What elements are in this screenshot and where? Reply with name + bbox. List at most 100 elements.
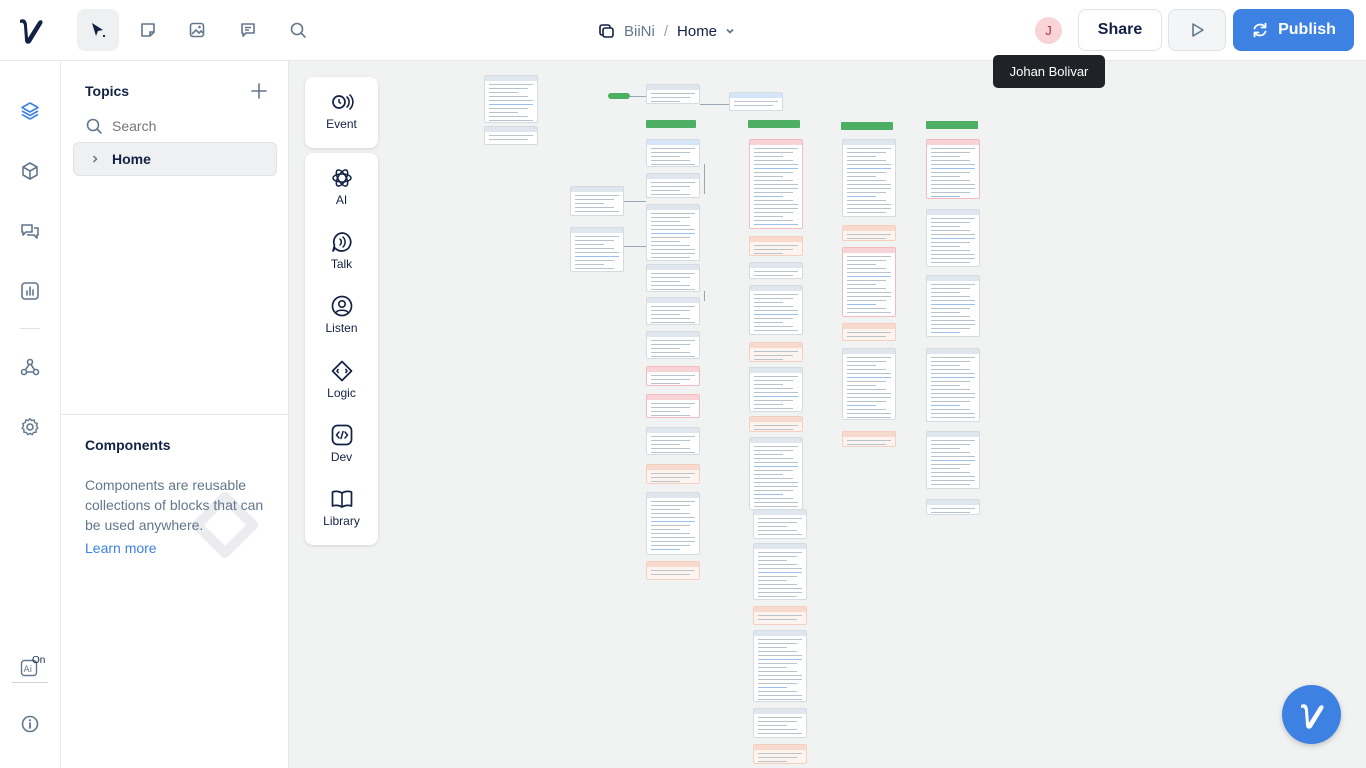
integrations-icon[interactable] <box>19 356 41 378</box>
flow-block[interactable] <box>753 509 807 539</box>
share-button[interactable]: Share <box>1078 9 1162 51</box>
flow-block[interactable] <box>646 84 700 104</box>
flow-block[interactable] <box>926 499 980 515</box>
flow-block-line <box>931 152 970 153</box>
learn-more-link[interactable]: Learn more <box>85 540 157 556</box>
flow-block-line <box>651 152 690 153</box>
flow-block[interactable] <box>926 209 980 267</box>
flow-block[interactable] <box>646 331 700 359</box>
flow-block-header <box>927 140 979 145</box>
flow-block[interactable] <box>926 431 980 489</box>
info-icon[interactable] <box>19 713 41 735</box>
flow-block[interactable] <box>646 204 700 261</box>
sticky-note-tool-button[interactable] <box>127 9 169 51</box>
run-button[interactable] <box>1168 9 1226 51</box>
flow-block[interactable] <box>646 264 700 292</box>
flow-block[interactable] <box>749 416 803 432</box>
chevron-down-icon[interactable] <box>723 24 737 38</box>
flow-block[interactable] <box>749 262 803 279</box>
layers-icon[interactable] <box>19 100 41 122</box>
settings-icon[interactable] <box>19 416 41 438</box>
flow-block-line <box>758 530 797 531</box>
flow-block[interactable] <box>749 437 803 510</box>
flow-block[interactable] <box>842 431 896 447</box>
topics-search[interactable] <box>85 115 265 137</box>
flow-block[interactable] <box>842 348 896 420</box>
conversations-icon[interactable] <box>19 220 41 242</box>
avatar[interactable]: J <box>1035 17 1062 44</box>
flow-block-header <box>485 127 537 132</box>
flow-block[interactable] <box>926 275 980 337</box>
block-title-bar[interactable] <box>841 122 893 130</box>
flow-block[interactable] <box>753 630 807 702</box>
flow-block[interactable] <box>749 342 803 362</box>
palette-item-library[interactable]: Library <box>305 487 378 543</box>
analytics-icon[interactable] <box>19 280 41 302</box>
flow-block-line <box>931 300 975 301</box>
start-block[interactable] <box>608 93 630 99</box>
block-title-bar[interactable] <box>646 120 696 128</box>
flow-block[interactable] <box>646 561 700 580</box>
flow-block[interactable] <box>646 464 700 484</box>
flow-block[interactable] <box>729 92 783 111</box>
voiceflow-logo-icon[interactable] <box>16 14 46 46</box>
flow-block[interactable] <box>646 366 700 386</box>
flow-block-line <box>489 104 533 105</box>
openai-icon <box>331 169 352 187</box>
flow-block[interactable] <box>753 543 807 600</box>
search-tool-button[interactable] <box>277 9 319 51</box>
palette-item-dev[interactable]: Dev <box>305 423 378 479</box>
flow-block[interactable] <box>646 297 700 325</box>
flow-block[interactable] <box>646 394 700 418</box>
flow-block-line <box>651 237 690 238</box>
flow-block[interactable] <box>749 285 803 335</box>
palette-item-event[interactable]: Event <box>305 90 378 146</box>
flow-block[interactable] <box>749 139 803 229</box>
flow-block[interactable] <box>484 126 538 145</box>
cube-icon[interactable] <box>19 160 41 182</box>
flow-block-line <box>847 234 891 235</box>
flow-block[interactable] <box>570 186 624 216</box>
flow-block[interactable] <box>749 236 803 256</box>
flow-block[interactable] <box>753 606 807 625</box>
topic-item-home[interactable]: Home <box>73 142 277 176</box>
flow-block[interactable] <box>646 173 700 198</box>
flow-canvas[interactable] <box>289 61 1366 768</box>
flow-block-line <box>754 294 798 295</box>
flow-block-line <box>754 392 798 393</box>
assistant-button[interactable] <box>1282 685 1341 744</box>
chevron-right-icon[interactable] <box>90 154 100 164</box>
flow-block-line <box>758 556 797 557</box>
flow-block[interactable] <box>753 708 807 738</box>
flow-block[interactable] <box>646 492 700 555</box>
page-name[interactable]: Home <box>677 23 717 40</box>
block-title-bar[interactable] <box>748 120 800 128</box>
flow-block-line <box>754 275 793 276</box>
palette-item-ai[interactable]: AI <box>305 166 378 222</box>
flow-block-line <box>651 340 695 341</box>
palette-item-talk[interactable]: Talk <box>305 230 378 286</box>
plus-icon[interactable] <box>249 81 269 101</box>
ai-assist-toggle[interactable]: Ai On <box>12 653 48 683</box>
flow-block[interactable] <box>842 323 896 341</box>
palette-item-listen[interactable]: Listen <box>305 294 378 350</box>
project-name[interactable]: BiiNi <box>624 23 655 40</box>
flow-block[interactable] <box>484 75 538 123</box>
image-tool-button[interactable] <box>176 9 218 51</box>
flow-block[interactable] <box>570 227 624 272</box>
publish-button[interactable]: Publish <box>1233 9 1354 51</box>
flow-block[interactable] <box>753 744 807 764</box>
block-title-bar[interactable] <box>926 121 978 129</box>
flow-block[interactable] <box>749 367 803 412</box>
flow-block[interactable] <box>926 348 980 422</box>
topics-search-input[interactable] <box>112 118 252 134</box>
flow-block[interactable] <box>926 139 980 199</box>
flow-block[interactable] <box>842 225 896 241</box>
flow-block[interactable] <box>842 139 896 217</box>
select-tool-button[interactable] <box>77 9 119 51</box>
palette-item-logic[interactable]: Logic <box>305 359 378 415</box>
flow-block[interactable] <box>842 247 896 317</box>
comment-tool-button[interactable] <box>227 9 269 51</box>
flow-block[interactable] <box>646 427 700 455</box>
flow-block[interactable] <box>646 139 700 167</box>
